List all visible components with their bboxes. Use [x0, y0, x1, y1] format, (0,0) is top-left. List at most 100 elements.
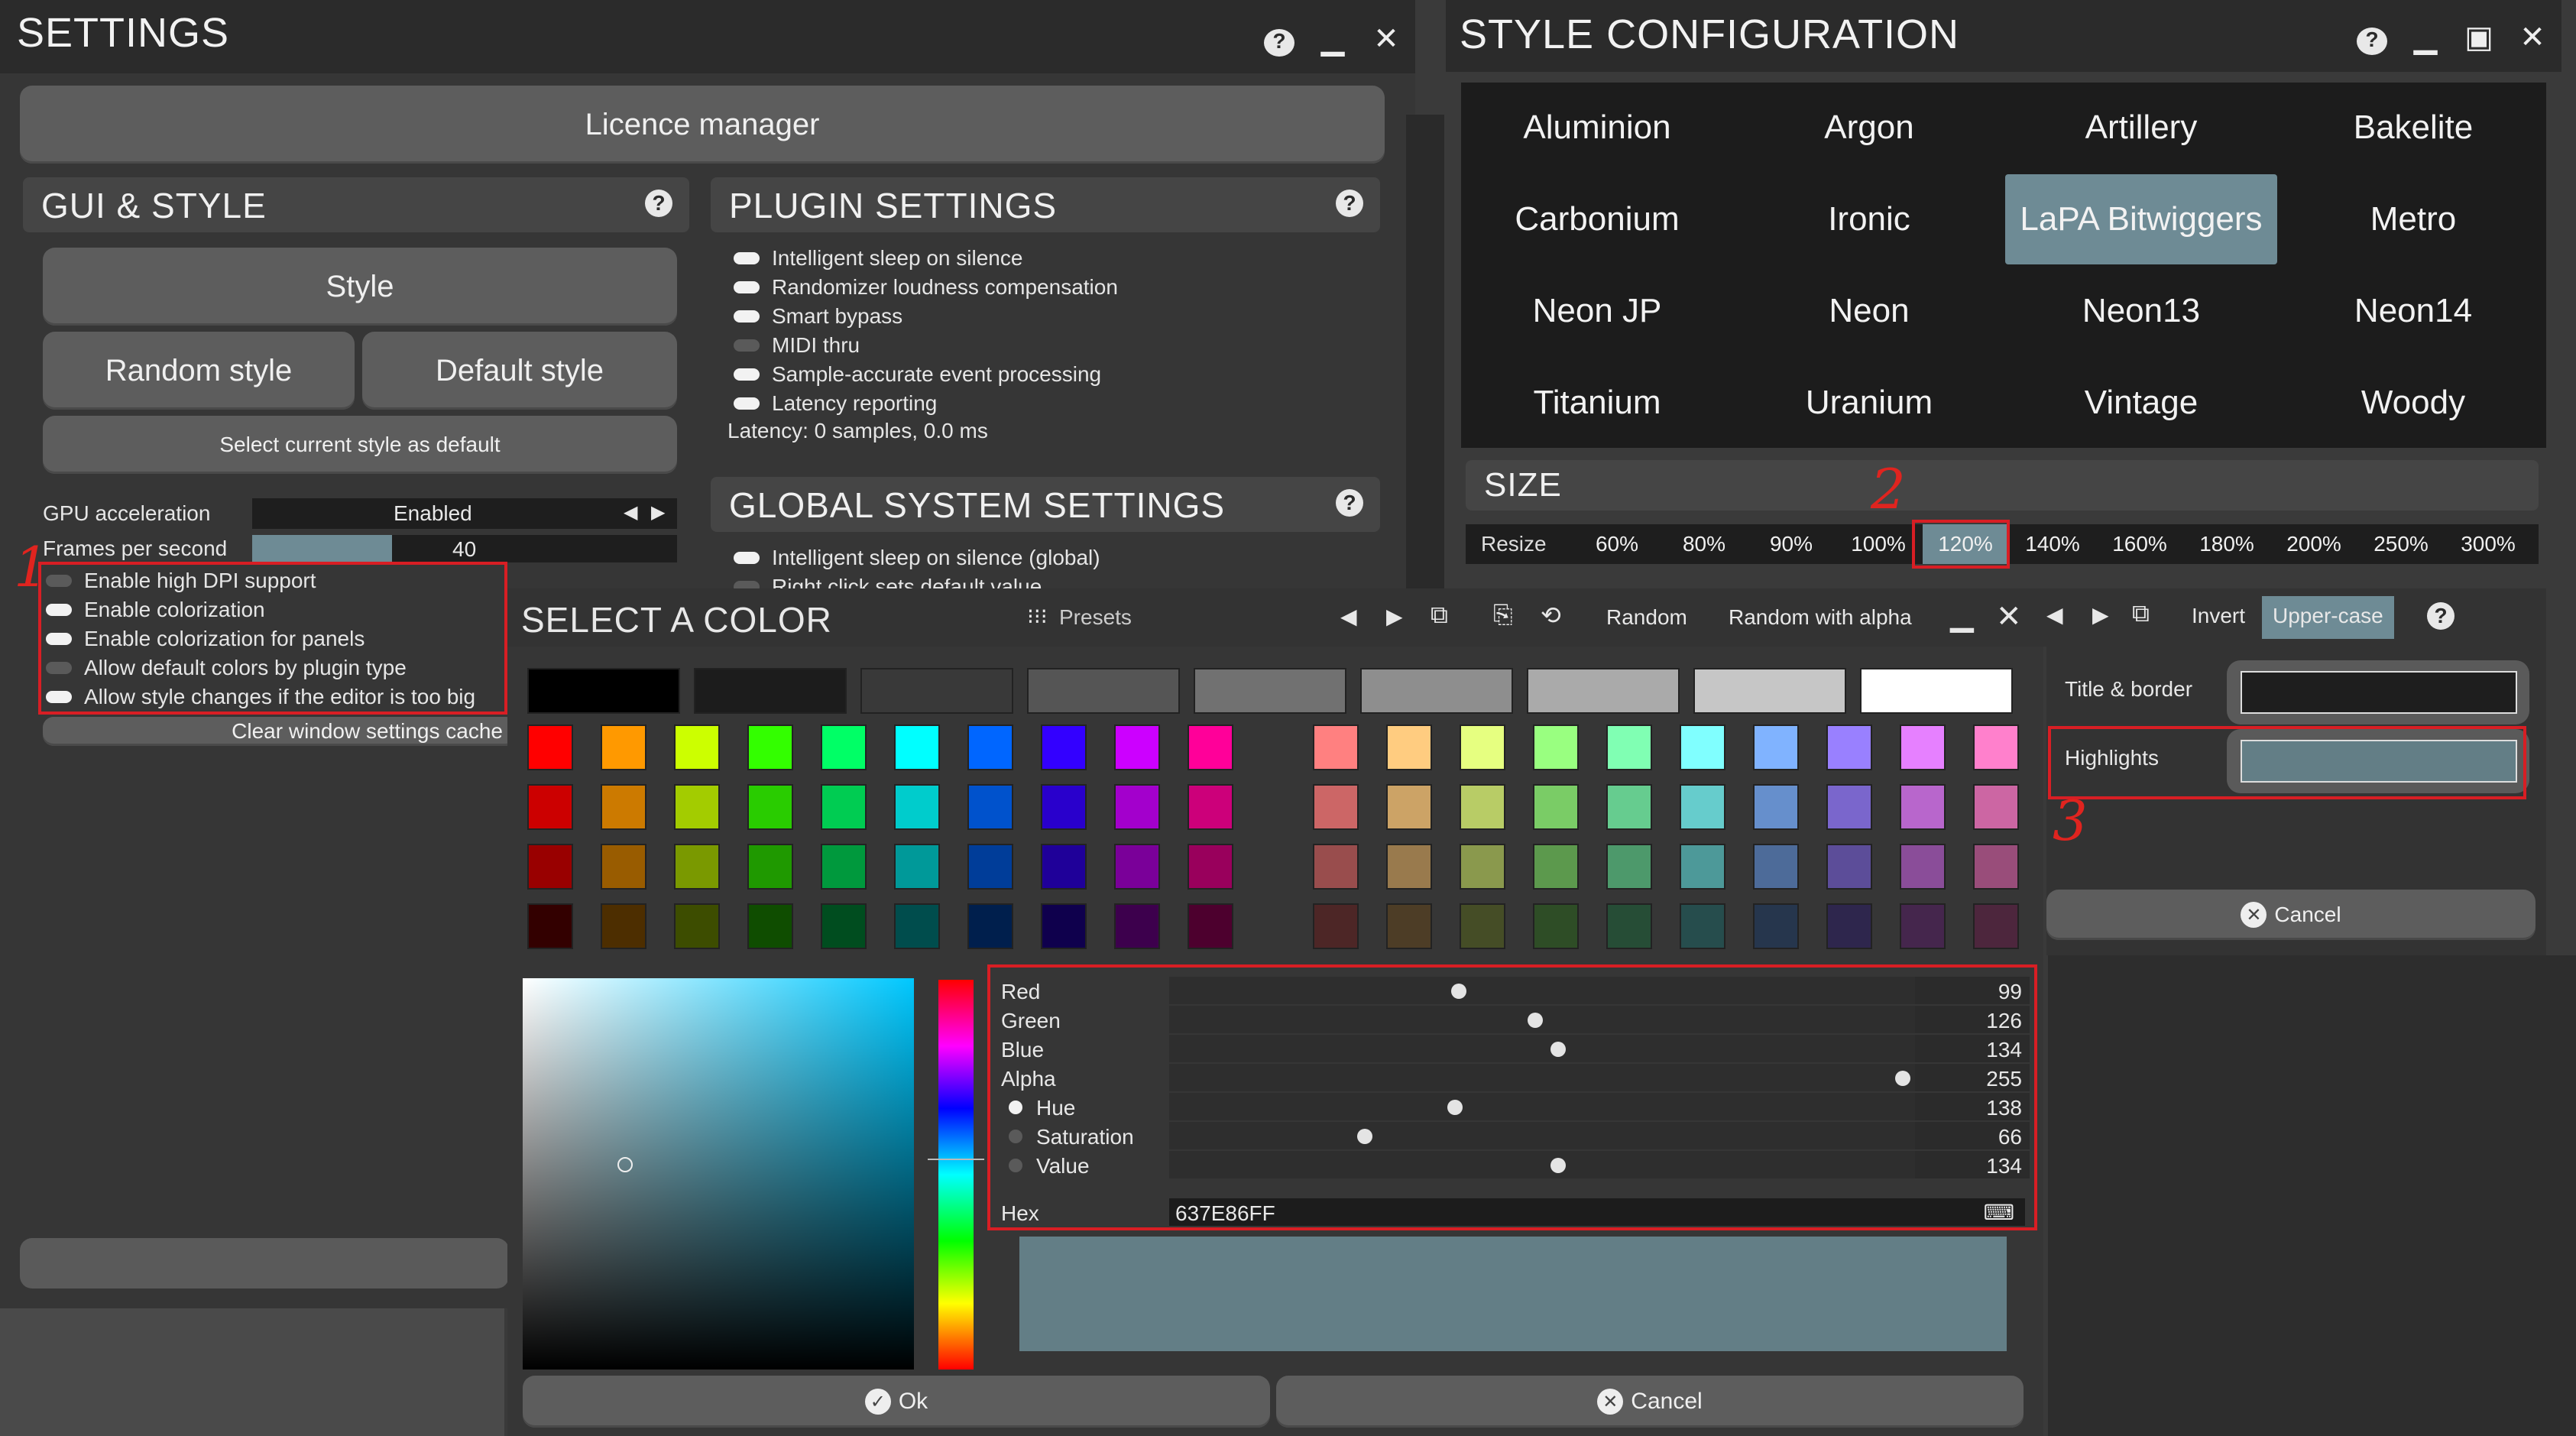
color-swatch[interactable] [527, 784, 573, 830]
color-swatch[interactable] [1114, 784, 1160, 830]
toggle-switch[interactable] [734, 281, 760, 293]
color-swatch[interactable] [674, 844, 720, 890]
color-swatch[interactable] [1114, 724, 1160, 770]
gray-swatch[interactable] [1027, 668, 1180, 714]
color-swatch[interactable] [1188, 844, 1233, 890]
color-swatch[interactable] [1680, 844, 1725, 890]
gray-swatch[interactable] [1693, 668, 1846, 714]
color-swatch[interactable] [1386, 784, 1432, 830]
style-option[interactable]: Woody [2277, 358, 2549, 448]
color-swatch[interactable] [601, 724, 646, 770]
color-swatch[interactable] [1533, 724, 1579, 770]
color-swatch[interactable] [1041, 784, 1087, 830]
option-row[interactable]: Intelligent sleep on silence [734, 246, 1022, 271]
minimize-icon[interactable]: ▁ [1317, 21, 1348, 57]
color-swatch[interactable] [1606, 784, 1652, 830]
color-swatch[interactable] [821, 724, 867, 770]
color-swatch[interactable] [1900, 844, 1946, 890]
licence-manager-button[interactable]: Licence manager [20, 86, 1385, 164]
color-swatch[interactable] [894, 903, 940, 949]
color-swatch[interactable] [1188, 903, 1233, 949]
hue-marker[interactable] [928, 1159, 984, 1160]
style-option[interactable]: Neon14 [2277, 266, 2549, 356]
size-option[interactable]: 80% [1661, 524, 1747, 564]
size-option[interactable]: 90% [1748, 524, 1834, 564]
hue-bar[interactable] [928, 980, 984, 1370]
option-row[interactable]: Latency reporting [734, 391, 937, 416]
next-arrow-icon[interactable]: ▶ [651, 501, 665, 524]
color-swatch[interactable] [1533, 903, 1579, 949]
color-swatch[interactable] [601, 844, 646, 890]
color-swatch[interactable] [1973, 724, 2019, 770]
color-swatch[interactable] [1606, 903, 1652, 949]
color-swatch[interactable] [527, 844, 573, 890]
size-option[interactable]: 160% [2097, 524, 2182, 564]
color-swatch[interactable] [1386, 724, 1432, 770]
presets-button[interactable]: Presets [1059, 605, 1132, 630]
color-swatch[interactable] [674, 784, 720, 830]
color-swatch[interactable] [1313, 903, 1359, 949]
size-option[interactable]: 250% [2358, 524, 2444, 564]
color-swatch[interactable] [1826, 784, 1872, 830]
upper-case-button[interactable]: Upper-case [2262, 596, 2394, 639]
help-icon[interactable]: ? [2357, 20, 2387, 55]
prev-arrow-icon[interactable]: ◀ [1340, 604, 1357, 629]
option-row[interactable]: Smart bypass [734, 304, 902, 329]
color-swatch[interactable] [1188, 724, 1233, 770]
style-option[interactable]: Carbonium [1461, 174, 1733, 264]
color-swatch[interactable] [894, 844, 940, 890]
style-option[interactable]: LaPA Bitwiggers [2005, 174, 2277, 264]
prev-arrow-icon[interactable]: ◀ [624, 501, 637, 524]
color-swatch[interactable] [601, 903, 646, 949]
gpu-acceleration-selector[interactable]: Enabled ◀ ▶ [252, 498, 677, 529]
style-option[interactable]: Neon [1733, 266, 2005, 356]
color-swatch[interactable] [1460, 844, 1505, 890]
undo-icon[interactable]: ⟲ [1541, 601, 1561, 630]
size-option[interactable]: 60% [1574, 524, 1660, 564]
clear-window-cache-button[interactable]: Clear window settings cache [43, 717, 517, 746]
option-row[interactable]: MIDI thru [734, 333, 860, 358]
color-swatch[interactable] [1114, 903, 1160, 949]
color-swatch[interactable] [747, 784, 793, 830]
toggle-switch[interactable] [734, 310, 760, 323]
color-swatch[interactable] [747, 903, 793, 949]
color-swatch[interactable] [1606, 844, 1652, 890]
color-swatch[interactable] [967, 724, 1013, 770]
select-default-style-button[interactable]: Select current style as default [43, 416, 677, 474]
color-swatch[interactable] [821, 903, 867, 949]
color-swatch[interactable] [1460, 784, 1505, 830]
style-option[interactable]: Artillery [2005, 83, 2277, 173]
sv-cursor[interactable] [617, 1157, 633, 1172]
color-swatch[interactable] [674, 903, 720, 949]
color-swatch[interactable] [821, 844, 867, 890]
gray-swatch[interactable] [527, 668, 680, 714]
gray-swatch[interactable] [860, 668, 1013, 714]
style-option[interactable]: Titanium [1461, 358, 1733, 448]
size-option[interactable]: 100% [1836, 524, 1921, 564]
toggle-switch[interactable] [734, 339, 760, 352]
color-swatch[interactable] [1313, 784, 1359, 830]
color-swatch[interactable] [1826, 903, 1872, 949]
paste-icon[interactable]: ⎘ [1493, 601, 1513, 630]
color-swatch[interactable] [1973, 844, 2019, 890]
copy-icon[interactable]: ⧉ [2132, 599, 2150, 628]
style-option[interactable]: Aluminion [1461, 83, 1733, 173]
color-swatch[interactable] [1900, 903, 1946, 949]
color-swatch[interactable] [1900, 724, 1946, 770]
gray-swatch[interactable] [1527, 668, 1680, 714]
toggle-switch[interactable] [734, 368, 760, 381]
minimize-icon[interactable]: ▁ [1950, 598, 1974, 633]
help-icon[interactable]: ? [1336, 190, 1363, 217]
gray-swatch[interactable] [694, 668, 847, 714]
toggle-switch[interactable] [734, 252, 760, 264]
gray-swatch[interactable] [1860, 668, 2013, 714]
close-icon[interactable]: ✕ [1371, 21, 1401, 57]
style-option[interactable]: Neon13 [2005, 266, 2277, 356]
help-icon[interactable]: ? [1264, 21, 1294, 57]
random-button[interactable]: Random [1606, 605, 1687, 630]
color-swatch[interactable] [747, 724, 793, 770]
color-swatch[interactable] [1606, 724, 1652, 770]
color-swatch[interactable] [1973, 903, 2019, 949]
toggle-switch[interactable] [734, 397, 760, 410]
toggle-switch[interactable] [734, 552, 760, 564]
